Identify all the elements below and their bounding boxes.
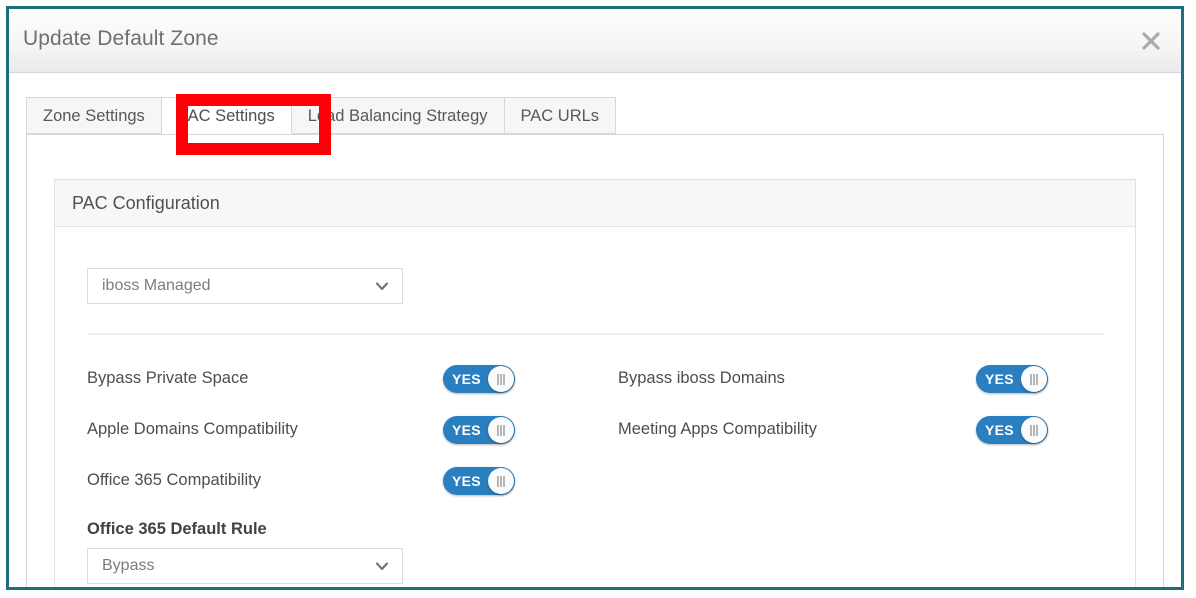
section-divider (87, 333, 1105, 335)
tab-strip: Zone Settings PAC Settings Load Balancin… (9, 96, 1181, 134)
close-icon[interactable] (1135, 25, 1167, 57)
toggle-bypass-iboss-domains[interactable]: YES (976, 365, 1048, 393)
toggle-apple-domains-compatibility[interactable]: YES (443, 416, 515, 444)
pac-settings-panel: PAC Configuration iboss Managed Bypass P… (26, 134, 1164, 587)
setting-label-meeting-apps-compatibility: Meeting Apps Compatibility (618, 420, 818, 438)
toggle-knob (1021, 366, 1047, 392)
office-365-default-rule-select[interactable]: Bypass (87, 548, 403, 584)
pac-type-select-value: iboss Managed (102, 277, 211, 294)
toggle-state-text: YES (452, 371, 481, 387)
tab-zone-settings[interactable]: Zone Settings (26, 97, 162, 134)
office-365-default-rule-value: Bypass (102, 557, 155, 574)
toggle-state-text: YES (985, 422, 1014, 438)
tab-label: Load Balancing Strategy (307, 107, 488, 125)
tab-pac-settings[interactable]: PAC Settings (160, 97, 292, 134)
tab-label: Zone Settings (43, 107, 145, 125)
toggle-row: Apple Domains Compatibility YES Meeting … (55, 406, 1135, 457)
setting-label-bypass-iboss-domains: Bypass iboss Domains (618, 369, 785, 387)
tab-label: PAC Settings (177, 107, 275, 125)
toggle-knob (488, 468, 514, 494)
toggle-meeting-apps-compatibility[interactable]: YES (976, 416, 1048, 444)
toggle-row: Office 365 Compatibility YES (55, 457, 1135, 508)
setting-label-bypass-private-space: Bypass Private Space (87, 369, 249, 387)
toggle-office-365-compatibility[interactable]: YES (443, 467, 515, 495)
toggle-rows: Bypass Private Space YES Bypass iboss Do… (55, 355, 1135, 508)
toggle-state-text: YES (452, 422, 481, 438)
tab-label: PAC URLs (520, 107, 600, 125)
pac-configuration-title: PAC Configuration (72, 193, 220, 213)
toggle-row: Bypass Private Space YES Bypass iboss Do… (55, 355, 1135, 406)
tab-load-balancing-strategy[interactable]: Load Balancing Strategy (290, 97, 505, 134)
toggle-knob (1021, 417, 1047, 443)
office-365-default-rule-group: Office 365 Default Rule Bypass (87, 520, 403, 584)
toggle-knob (488, 417, 514, 443)
update-default-zone-modal: Update Default Zone Zone Settings PAC Se… (6, 6, 1184, 590)
tab-pac-urls[interactable]: PAC URLs (503, 97, 617, 134)
setting-label-office-365-compatibility: Office 365 Compatibility (87, 471, 261, 489)
toggle-state-text: YES (452, 473, 481, 489)
toggle-knob (488, 366, 514, 392)
toggle-bypass-private-space[interactable]: YES (443, 365, 515, 393)
toggle-state-text: YES (985, 371, 1014, 387)
modal-titlebar: Update Default Zone (9, 9, 1181, 73)
chevron-down-icon (374, 269, 390, 303)
setting-label-apple-domains-compatibility: Apple Domains Compatibility (87, 420, 298, 438)
pac-configuration-card-header: PAC Configuration (55, 180, 1135, 227)
chevron-down-icon (374, 549, 390, 583)
office-365-default-rule-label: Office 365 Default Rule (87, 520, 267, 538)
modal-title: Update Default Zone (23, 27, 219, 50)
pac-type-select[interactable]: iboss Managed (87, 268, 403, 304)
pac-configuration-card: PAC Configuration iboss Managed Bypass P… (54, 179, 1136, 587)
